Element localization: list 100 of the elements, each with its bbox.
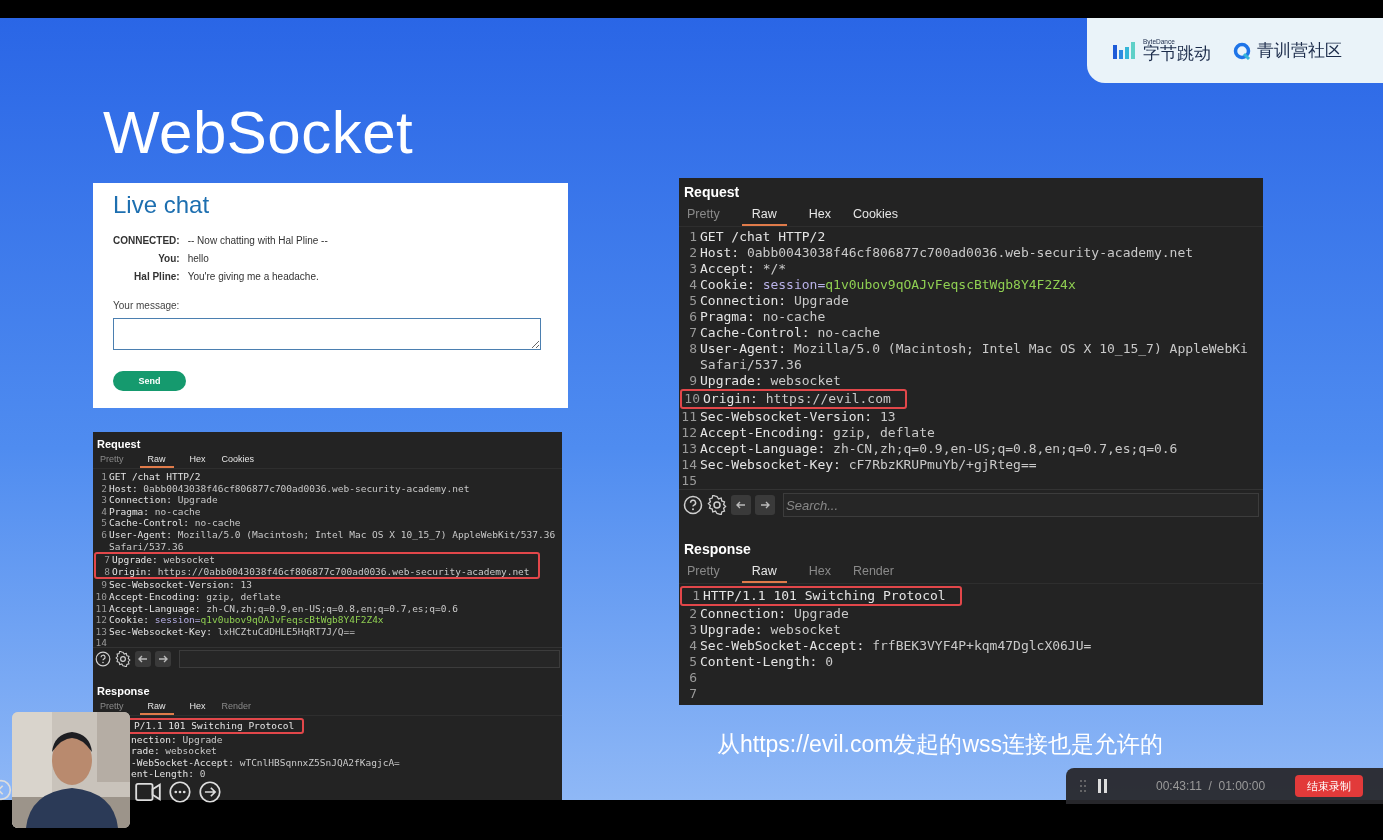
sender-label: CONNECTED: bbox=[113, 235, 180, 246]
code-text: nection: Upgrade bbox=[131, 733, 223, 746]
code-text: rade: websocket bbox=[131, 745, 217, 757]
line-number: 4 bbox=[688, 277, 697, 293]
help-icon[interactable] bbox=[95, 651, 111, 667]
tab[interactable]: Hex bbox=[189, 453, 206, 468]
line-number: 6 bbox=[688, 309, 697, 325]
code-text: Cookie: session=q1v0ubov9qOAJvFeqscBtWgb8Y4F2Z4x bbox=[700, 277, 1076, 293]
line-number: 7 bbox=[688, 685, 697, 702]
line-number: 4 bbox=[100, 505, 107, 518]
brand-name: 字节跳动 bbox=[1143, 45, 1211, 63]
code-text: Cache-Control: no-cache bbox=[109, 517, 241, 529]
code-text: Origin: https://0abb0043038f46cf806877c700ad0036.web-security-academy.net bbox=[112, 565, 530, 578]
community-name: 青训营社区 bbox=[1257, 40, 1342, 62]
search-field[interactable]: Search... bbox=[783, 493, 1259, 518]
settings-icon[interactable] bbox=[115, 651, 131, 667]
code-text: GET /chat HTTP/2 bbox=[700, 229, 826, 245]
line-number: 14 bbox=[94, 637, 107, 647]
code-text: Origin: https://evil.com bbox=[703, 391, 891, 407]
settings-icon[interactable] bbox=[707, 495, 727, 516]
code-text: Sec-Websocket-Key: lxHCZtuCdDHLE5HqRT7J/Q== bbox=[109, 625, 355, 638]
tab[interactable]: Raw bbox=[139, 700, 174, 715]
ring-logo-icon bbox=[1233, 41, 1251, 60]
code-text: Cookie: session=q1v0ubov9qOAJvFeqscBtWgb8Y4F2Z4x bbox=[109, 614, 384, 626]
panel-title: Request bbox=[684, 183, 740, 201]
code-text: Pragma: no-cache bbox=[109, 505, 201, 518]
search-field[interactable] bbox=[179, 650, 560, 668]
forward-button[interactable] bbox=[155, 651, 171, 667]
tab[interactable]: Cookies bbox=[221, 453, 255, 468]
line-number: 9 bbox=[100, 579, 107, 591]
code-text: Host: 0abb0043038f46cf806877c700ad0036.web-security-academy.net bbox=[109, 482, 470, 495]
message-text: You're giving me a headache. bbox=[187, 271, 320, 282]
code-text: User-Agent: Mozilla/5.0 (Macintosh; Intel Mac OS X 10_15_7) AppleWebKi bbox=[700, 341, 1248, 357]
code-text: Upgrade: websocket bbox=[112, 554, 215, 566]
code-text: Accept-Language: zh-CN,zh;q=0.9,en-US;q=0.8,en;q=0.7,es;q=0.6 bbox=[109, 602, 458, 615]
code-text: Accept-Encoding: gzip, deflate bbox=[109, 590, 281, 603]
back-button[interactable] bbox=[135, 651, 151, 667]
arrow-right-icon bbox=[157, 653, 169, 665]
code-text: Connection: Upgrade bbox=[109, 494, 218, 506]
line-number: 12 bbox=[680, 425, 697, 441]
code-text: -WebSocket-Accept: wTCnlHBSqnnxZ5SnJQA2fKagjcA= bbox=[131, 756, 400, 769]
sender-label: You: bbox=[157, 253, 180, 264]
code-text: Host: 0abb0043038f46cf806877c700ad0036.web-security-academy.net bbox=[700, 245, 1194, 261]
line-number: 4 bbox=[688, 637, 697, 654]
message-text: -- Now chatting with Hal Pline -- bbox=[187, 235, 329, 246]
code-text: Sec-Websocket-Key: cF7RbzKRUPmuYb/+gjRteg== bbox=[700, 457, 1037, 473]
line-number: 6 bbox=[100, 528, 107, 541]
tab[interactable]: Raw bbox=[741, 205, 787, 226]
code-text: Accept: */* bbox=[700, 261, 787, 277]
line-number: 2 bbox=[688, 605, 697, 622]
code-text: Connection: Upgrade bbox=[700, 605, 849, 622]
caption: 从https://evil.com发起的wss连接也是允许的 bbox=[717, 730, 1164, 759]
code-text: Cache-Control: no-cache bbox=[700, 325, 881, 341]
tab[interactable]: Hex bbox=[189, 700, 206, 715]
line-number: 3 bbox=[688, 261, 697, 277]
slide-title: WebSocket bbox=[103, 98, 415, 168]
help-icon[interactable] bbox=[683, 495, 703, 516]
code-text: Content-Length: 0 bbox=[700, 653, 834, 670]
line-number: 5 bbox=[100, 517, 107, 529]
code-text: Safari/537.36 bbox=[109, 540, 184, 553]
stop-recording-button[interactable]: 结束录制 bbox=[1295, 775, 1363, 797]
code-text: Sec-WebSocket-Accept: frfBEK3VYF4P+kqm47DglcX06JU= bbox=[700, 637, 1092, 654]
panel-title: Request bbox=[97, 437, 141, 451]
line-number: 7 bbox=[103, 554, 110, 566]
more-icon[interactable] bbox=[169, 781, 191, 803]
chat-title: Live chat bbox=[113, 191, 211, 219]
video-camera-icon[interactable] bbox=[135, 782, 161, 802]
pause-icon[interactable] bbox=[1098, 779, 1108, 793]
code-text: Connection: Upgrade bbox=[700, 293, 849, 309]
sender-label: Hal Pline: bbox=[133, 271, 180, 282]
line-number: 15 bbox=[680, 473, 697, 489]
field-label: Your message: bbox=[113, 300, 181, 311]
tab[interactable]: Cookies bbox=[852, 205, 899, 226]
line-number: 5 bbox=[688, 653, 697, 670]
message-field[interactable] bbox=[113, 318, 541, 350]
send-button[interactable]: Send bbox=[113, 371, 186, 391]
forward-button[interactable] bbox=[755, 495, 775, 516]
line-number: 13 bbox=[680, 441, 697, 457]
line-number: 11 bbox=[94, 602, 107, 615]
back-button[interactable] bbox=[731, 495, 751, 516]
line-number: 8 bbox=[688, 341, 697, 357]
line-number: 11 bbox=[680, 409, 697, 425]
drag-handle-icon[interactable] bbox=[1080, 780, 1086, 792]
code-text: Upgrade: websocket bbox=[700, 621, 841, 638]
tab[interactable]: Raw bbox=[741, 561, 787, 583]
recording-time: 00:43:11 / 01:00:00 bbox=[1156, 779, 1266, 793]
code-text: User-Agent: Mozilla/5.0 (Macintosh; Intel Mac OS X 10_15_7) AppleWebKit/537.36 bbox=[109, 528, 556, 541]
code-text: Upgrade: websocket bbox=[700, 373, 841, 389]
line-number: 1 bbox=[691, 587, 700, 604]
line-number: 6 bbox=[688, 669, 697, 686]
code-text: Accept-Language: zh-CN,zh;q=0.9,en-US;q=0.8,en;q=0.7,es;q=0.6 bbox=[700, 441, 1178, 457]
arrow-right-icon[interactable] bbox=[199, 781, 221, 803]
tab[interactable]: Hex bbox=[808, 205, 831, 226]
tab[interactable]: Raw bbox=[139, 453, 174, 468]
line-number: 9 bbox=[688, 373, 697, 389]
line-number: 10 bbox=[94, 590, 107, 603]
line-number: 8 bbox=[103, 565, 110, 578]
code-text: P/1.1 101 Switching Protocol bbox=[134, 720, 295, 732]
line-number: 2 bbox=[688, 245, 697, 261]
line-number: 3 bbox=[100, 494, 107, 506]
